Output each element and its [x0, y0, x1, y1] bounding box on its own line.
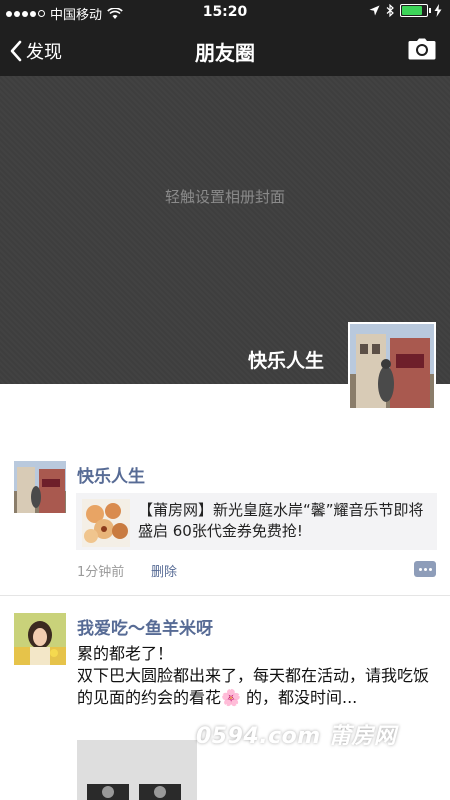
cover-hint: 轻触设置相册封面 — [164, 188, 285, 206]
post-divider — [0, 595, 450, 596]
shared-link-card[interactable]: 【莆房网】新光皇庭水岸“馨”耀音乐节即将盛启 60张代金券免费抢! — [76, 493, 437, 550]
post-avatar[interactable] — [14, 613, 66, 665]
delete-button[interactable]: 删除 — [151, 561, 177, 580]
camera-icon — [408, 38, 436, 60]
avatar-photo — [14, 613, 66, 665]
location-arrow-icon — [369, 5, 380, 16]
avatar-photo — [350, 324, 434, 408]
battery-level — [402, 6, 422, 15]
post-time: 1分钟前 — [77, 565, 125, 580]
post-author[interactable]: 我爱吃～鱼羊米呀 — [77, 614, 213, 639]
watermark: 0594.com 莆房网 — [196, 724, 397, 749]
share-title: 【莆房网】新光皇庭水岸“馨”耀音乐节即将盛启 60张代金券免费抢! — [138, 501, 424, 540]
comment-button[interactable] — [414, 561, 436, 577]
post-text-line1: 累的都老了！ — [77, 644, 174, 663]
status-bar: 中国移动 15:20 — [0, 0, 450, 24]
share-thumbnail — [82, 499, 130, 547]
charging-bolt-icon — [434, 4, 442, 17]
post-text-body: 双下巴大圆脸都出来了，每天都在活动，请我吃饭的见面的约会的看花🌸 的，都没时间.… — [77, 666, 430, 707]
post-avatar[interactable] — [14, 461, 66, 513]
camera-button[interactable] — [408, 38, 436, 64]
navigation-bar: 发现 朋友圈 — [0, 24, 450, 76]
avatar-photo — [14, 461, 66, 513]
bluetooth-icon — [386, 4, 394, 17]
post-image[interactable] — [77, 740, 197, 800]
page-title: 朋友圈 — [195, 41, 255, 65]
status-right — [369, 4, 442, 17]
battery-icon — [400, 4, 431, 17]
profile-avatar[interactable] — [348, 322, 436, 410]
post-author[interactable]: 快乐人生 — [77, 462, 145, 487]
profile-name[interactable]: 快乐人生 — [248, 346, 324, 373]
